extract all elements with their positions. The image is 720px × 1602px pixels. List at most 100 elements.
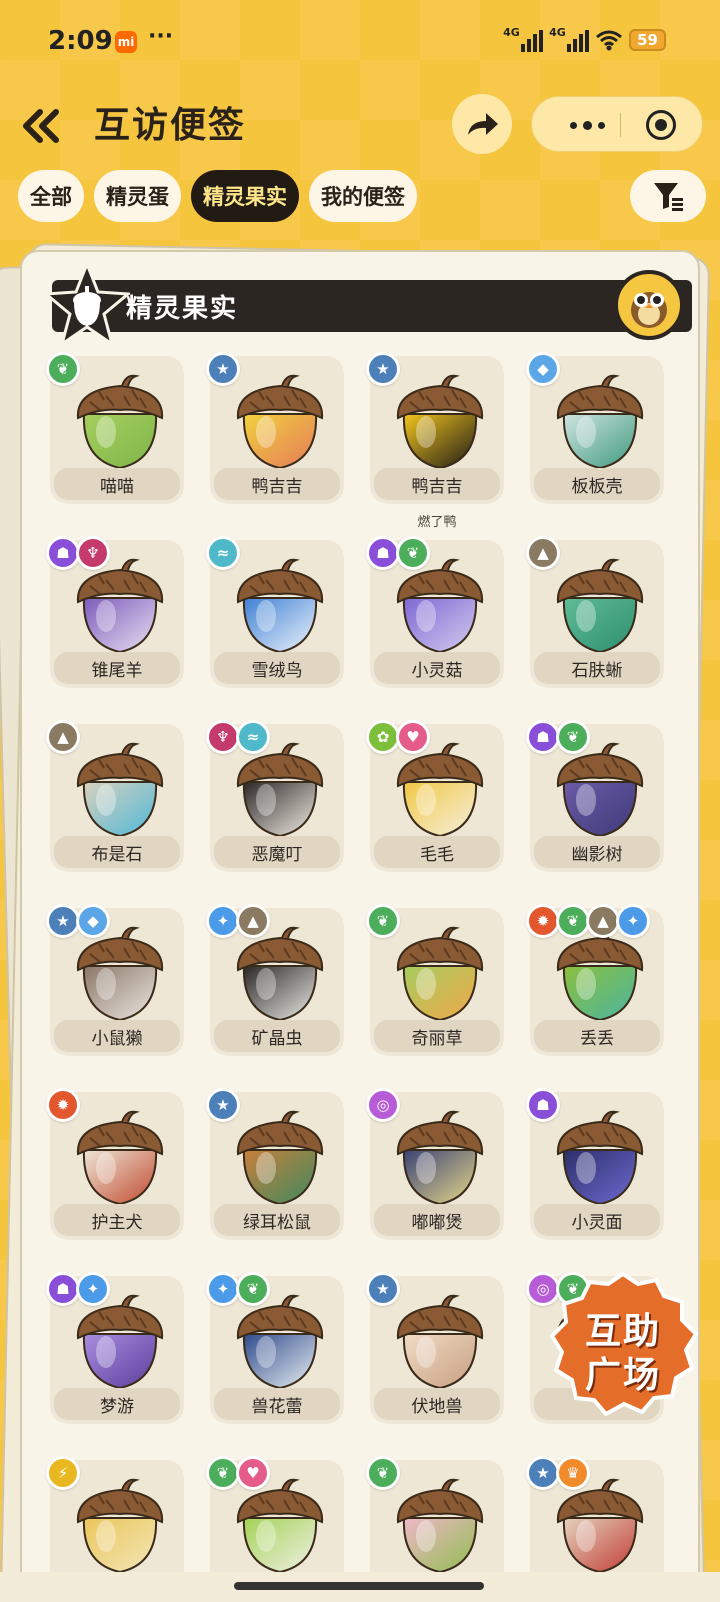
fruit-item[interactable]: ☗ ♆ 锥尾羊 <box>46 536 184 688</box>
acorn-fruit-icon <box>396 374 484 470</box>
fruit-name: 喵喵 <box>54 468 180 500</box>
fruit-name: 小灵菇 <box>374 652 500 684</box>
acorn-fruit-icon <box>76 742 164 838</box>
acorn-fruit-icon <box>76 1110 164 1206</box>
acorn-fruit-icon <box>76 1478 164 1574</box>
demon-type-icon: ♆ <box>76 536 110 570</box>
grass-type-icon: ❦ <box>396 536 430 570</box>
element-badges: ❦ <box>46 352 80 386</box>
element-badges: ❦ <box>366 904 400 938</box>
fruit-name: 石肤蜥 <box>534 652 660 684</box>
fruit-item[interactable]: ▲ 布是石 <box>46 720 184 872</box>
back-icon[interactable] <box>18 106 68 146</box>
element-badges: ◎ <box>366 1088 400 1122</box>
ghost-type-icon: ☗ <box>526 720 560 754</box>
ghost-type-icon: ☗ <box>366 536 400 570</box>
element-badges: ★ <box>366 1272 400 1306</box>
dream-type-icon: ◎ <box>366 1088 400 1122</box>
element-badges: ☗ ❦ <box>366 536 430 570</box>
acorn-fruit-icon <box>396 1478 484 1574</box>
acorn-fruit-icon <box>76 374 164 470</box>
promo-line2: 广场 <box>584 1355 661 1396</box>
fruit-item[interactable]: ◆ 板板壳 <box>526 352 664 504</box>
fruit-item[interactable]: ❦ 奇丽草 <box>366 904 504 1056</box>
fruit-name: 锥尾羊 <box>54 652 180 684</box>
fruit-item[interactable]: ★ 鸭吉吉 燃了鸭 <box>366 352 504 530</box>
filter-icon <box>654 183 683 211</box>
normal-type-icon: ★ <box>46 904 80 938</box>
wifi-icon <box>596 30 623 51</box>
grass-type-icon: ❦ <box>366 904 400 938</box>
ghost-type-icon: ☗ <box>526 1088 560 1122</box>
fruit-item[interactable]: ✹ ❦ ▲ ✦ 丢丢 <box>526 904 664 1056</box>
element-badges: ✹ <box>46 1088 80 1122</box>
fruit-item[interactable]: ◎ 嘟嘟煲 <box>366 1088 504 1240</box>
status-more-icon: ··· <box>148 24 174 49</box>
fruit-item[interactable]: ☗ ✦ 梦游 <box>46 1272 184 1424</box>
fruit-item[interactable]: ★ 鸭吉吉 <box>206 352 344 504</box>
tab-my-notes[interactable]: 我的便签 <box>309 170 417 222</box>
acorn-fruit-icon <box>396 1110 484 1206</box>
fruit-item[interactable]: ✦ ❦ 兽花蕾 <box>206 1272 344 1424</box>
fruit-item[interactable]: ≈ 雪绒鸟 <box>206 536 344 688</box>
fruit-name: 梦游 <box>54 1388 180 1420</box>
ghost-type-icon: ☗ <box>46 1272 80 1306</box>
home-indicator[interactable] <box>234 1582 484 1590</box>
grass-type-icon: ❦ <box>206 1456 240 1490</box>
fruit-name: 板板壳 <box>534 468 660 500</box>
element-badges: ≈ <box>206 536 240 570</box>
category-tabs: 全部 精灵蛋 精灵果实 我的便签 <box>18 170 417 222</box>
element-badges: ★ <box>206 352 240 386</box>
element-badges: ★ ◆ <box>46 904 110 938</box>
more-menu-button[interactable] <box>552 97 622 153</box>
grass-type-icon: ❦ <box>556 720 590 754</box>
fruit-item[interactable]: ▲ 石肤蜥 <box>526 536 664 688</box>
filter-button[interactable] <box>630 170 706 222</box>
acorn-fruit-icon <box>236 558 324 654</box>
fire-type-icon: ✹ <box>526 904 560 938</box>
fruit-name: 小鼠獭 <box>54 1020 180 1052</box>
share-button[interactable] <box>452 94 512 154</box>
fruit-item[interactable]: ★ 绿耳松鼠 <box>206 1088 344 1240</box>
fruit-item[interactable]: ❦ 喵喵 <box>46 352 184 504</box>
mutual-help-plaza-button[interactable]: 互助 广场 <box>546 1270 700 1418</box>
card-banner: 精灵果实 <box>44 262 692 348</box>
fruit-item[interactable]: ☗ ❦ 幽影树 <box>526 720 664 872</box>
fruit-item[interactable]: ✦ ▲ 矿晶虫 <box>206 904 344 1056</box>
fruit-item[interactable]: ★ ◆ 小鼠獭 <box>46 904 184 1056</box>
grass-type-icon: ❦ <box>366 1456 400 1490</box>
tab-spirit-fruit[interactable]: 精灵果实 <box>191 170 299 222</box>
fruit-name: 奇丽草 <box>374 1020 500 1052</box>
element-badges: ❦ <box>366 1456 400 1490</box>
header: 互访便签 <box>0 92 720 162</box>
rock-type-icon: ▲ <box>586 904 620 938</box>
element-badges: ✦ ❦ <box>206 1272 270 1306</box>
element-badges: ☗ <box>526 1088 560 1122</box>
fruit-item[interactable]: ★ 伏地兽 <box>366 1272 504 1424</box>
demon-type-icon: ♆ <box>206 720 240 754</box>
close-miniprogram-icon[interactable] <box>646 110 676 140</box>
tab-all[interactable]: 全部 <box>18 170 84 222</box>
mi-app-icon: mi <box>115 31 137 53</box>
fruit-name: 小灵面 <box>534 1204 660 1236</box>
fruit-item[interactable]: ✿ ♥ 毛毛 <box>366 720 504 872</box>
capsule-divider <box>620 113 621 137</box>
fruit-item[interactable]: ☗ 小灵面 <box>526 1088 664 1240</box>
tab-spirit-egg[interactable]: 精灵蛋 <box>94 170 181 222</box>
fruit-name: 幽影树 <box>534 836 660 868</box>
acorn-star-icon <box>44 262 130 348</box>
bug-type-icon: ✿ <box>366 720 400 754</box>
owl-mascot-icon <box>614 270 684 340</box>
acorn-fruit-icon <box>556 558 644 654</box>
fruit-item[interactable]: ✹ 护主犬 <box>46 1088 184 1240</box>
fruit-item[interactable]: ☗ ❦ 小灵菇 <box>366 536 504 688</box>
fruit-name: 伏地兽 <box>374 1388 500 1420</box>
page-title: 互访便签 <box>94 105 247 146</box>
ice-type-icon: ✦ <box>76 1272 110 1306</box>
element-badges: ❦ ♥ <box>206 1456 270 1490</box>
fruit-name: 雪绒鸟 <box>214 652 340 684</box>
ice-type-icon: ✦ <box>616 904 650 938</box>
water-type-icon: ◆ <box>76 904 110 938</box>
rock-type-icon: ▲ <box>526 536 560 570</box>
fruit-item[interactable]: ♆ ≈ 恶魔叮 <box>206 720 344 872</box>
